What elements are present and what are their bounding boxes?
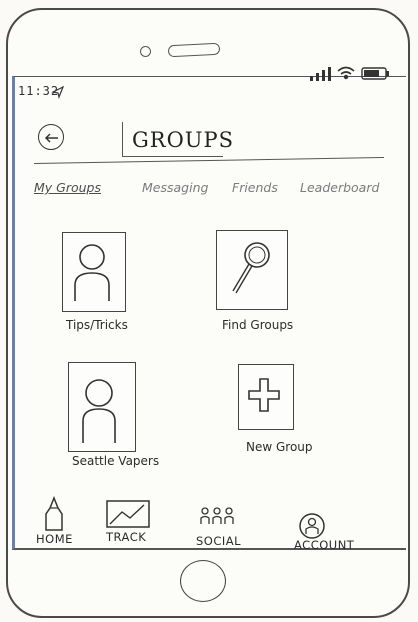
signal-icon	[310, 67, 331, 81]
wifi-icon	[337, 66, 355, 80]
location-arrow-icon	[51, 85, 65, 99]
status-icons	[310, 66, 389, 81]
nav-home-label[interactable]: HOME	[36, 532, 73, 546]
find-groups-tile[interactable]	[216, 230, 288, 310]
new-group-label: New Group	[246, 440, 313, 454]
nav-track-label[interactable]: TRACK	[106, 530, 146, 544]
magnifier-icon	[232, 242, 270, 294]
find-groups-label: Find Groups	[222, 318, 294, 332]
tab-messaging[interactable]: Messaging	[142, 180, 208, 195]
track-chart-icon[interactable]	[106, 500, 150, 528]
nav-social-label[interactable]: SOCIAL	[196, 534, 241, 548]
social-people-icon[interactable]	[198, 506, 238, 526]
seattle-vapers-tile[interactable]	[68, 362, 136, 452]
front-camera	[140, 46, 151, 57]
page-title: GROUPS	[132, 128, 235, 152]
seattle-vapers-label: Seattle Vapers	[72, 454, 160, 468]
nav-account-label[interactable]: ACCOUNT	[294, 538, 354, 552]
back-button[interactable]	[38, 124, 64, 150]
tips-tricks-tile[interactable]	[62, 232, 126, 312]
new-group-tile[interactable]	[238, 364, 294, 430]
home-hardware-button[interactable]	[180, 560, 226, 602]
person-icon	[82, 379, 116, 443]
battery-icon	[361, 67, 389, 80]
tips-tricks-label: Tips/Tricks	[66, 318, 128, 332]
account-icon[interactable]	[298, 512, 326, 540]
home-nav-icon[interactable]	[42, 495, 68, 532]
tab-leaderboard[interactable]: Leaderboard	[300, 180, 379, 195]
arrow-left-icon	[44, 133, 58, 143]
person-icon	[74, 244, 110, 301]
plus-icon	[248, 378, 280, 412]
tab-my-groups[interactable]: My Groups	[34, 180, 101, 195]
tab-friends[interactable]: Friends	[232, 180, 278, 195]
